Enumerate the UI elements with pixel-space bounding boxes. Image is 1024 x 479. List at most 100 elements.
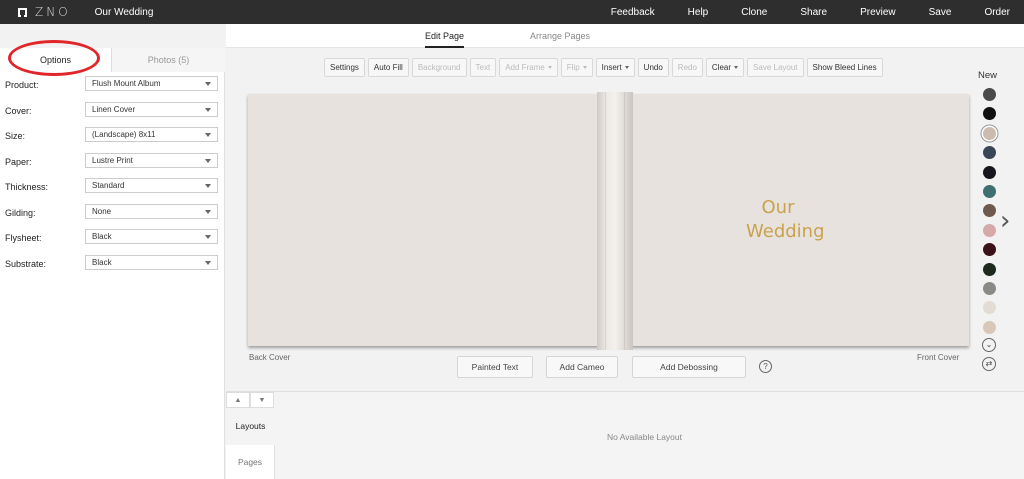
option-label: Thickness:	[5, 182, 49, 192]
top-navigation: Feedback Help Clone Share Preview Save O…	[578, 0, 1010, 24]
option-thickness: Thickness: Standard	[0, 174, 224, 200]
insert-button[interactable]: Insert	[595, 58, 635, 77]
flysheet-select[interactable]: Black	[85, 229, 218, 244]
color-swatch[interactable]	[983, 282, 996, 295]
caret-down-icon	[205, 184, 211, 188]
color-swatch[interactable]	[983, 126, 996, 140]
option-cover: Cover: Linen Cover	[0, 98, 224, 124]
option-flysheet: Flysheet: Black	[0, 225, 224, 251]
option-label: Product:	[5, 80, 39, 90]
share-link[interactable]: Share	[800, 7, 827, 18]
caret-down-icon	[205, 107, 211, 112]
thickness-select[interactable]: Standard	[85, 178, 218, 193]
preview-link[interactable]: Preview	[860, 7, 896, 18]
option-label: Flysheet:	[5, 233, 42, 243]
color-swatch[interactable]	[983, 243, 996, 257]
option-product: Product: Flush Mount Album	[0, 72, 224, 98]
back-cover[interactable]	[248, 94, 599, 346]
clear-button[interactable]: Clear	[705, 58, 745, 77]
undo-button[interactable]: Undo	[637, 58, 669, 77]
order-link[interactable]: Order	[984, 7, 1010, 18]
save-link[interactable]: Save	[929, 7, 952, 18]
caret-down-icon	[205, 133, 211, 137]
save-layout-button[interactable]: Save Layout	[747, 58, 804, 77]
zno-logo[interactable]: ZNO	[18, 5, 71, 19]
color-swatch[interactable]	[983, 107, 996, 121]
color-swatch[interactable]	[983, 88, 996, 101]
flip-button[interactable]: Flip	[560, 58, 593, 77]
option-gilding: Gilding: None	[0, 200, 224, 226]
caret-down-icon	[547, 66, 552, 69]
sidebar-tabs: Options Photos (5)	[0, 40, 225, 76]
color-swatch[interactable]	[983, 320, 996, 334]
tab-layouts[interactable]: Layouts	[226, 409, 275, 444]
color-swatch[interactable]	[983, 146, 996, 160]
option-label: Size:	[5, 131, 26, 141]
option-paper: Paper: Lustre Print	[0, 149, 224, 175]
bottom-panel: ▲ ▼ Layouts Pages No Available Layout	[226, 391, 1024, 479]
album-cover-canvas[interactable]: Our Wedding	[248, 92, 969, 350]
settings-button[interactable]: Settings	[324, 58, 365, 77]
logo-text: ZNO	[35, 5, 71, 19]
color-swatch[interactable]	[983, 204, 996, 218]
show-bleed-lines-button[interactable]: Show Bleed Lines	[806, 58, 883, 77]
swap-icon[interactable]: ⇄	[982, 357, 996, 371]
add-frame-button[interactable]: Add Frame	[499, 58, 558, 77]
front-cover-label: Front Cover	[917, 353, 960, 362]
gilding-select[interactable]: None	[85, 203, 218, 219]
caret-down-icon	[205, 158, 211, 163]
project-title: Our Wedding	[94, 6, 154, 18]
panel-toggle: ▲ ▼	[226, 392, 274, 408]
substrate-select[interactable]: Black	[85, 254, 218, 270]
logo-icon	[18, 7, 27, 17]
top-bar: ZNO Our Wedding Feedback Help Clone Shar…	[0, 0, 1024, 24]
chevron-down-circle-icon[interactable]: ⌄	[982, 338, 996, 352]
chevron-right-icon[interactable]: ›	[1000, 206, 1010, 236]
redo-button[interactable]: Redo	[671, 58, 703, 77]
album-spine[interactable]	[597, 92, 633, 350]
edit-toolbar: Settings Auto Fill Background Text Add F…	[324, 58, 886, 79]
cover-select[interactable]: Linen Cover	[85, 101, 218, 117]
option-label: Paper:	[5, 156, 32, 167]
caret-down-icon	[205, 82, 211, 86]
auto-fill-button[interactable]: Auto Fill	[367, 58, 409, 77]
back-cover-label: Back Cover	[249, 353, 291, 362]
painted-text-button[interactable]: Painted Text	[457, 356, 533, 378]
clone-link[interactable]: Clone	[741, 7, 767, 18]
caret-down-icon	[582, 66, 587, 69]
color-swatch[interactable]	[983, 165, 996, 179]
caret-down-icon	[734, 66, 739, 69]
caret-down-icon	[205, 235, 211, 239]
color-swatch[interactable]	[983, 262, 996, 276]
tab-photos[interactable]: Photos (5)	[112, 48, 225, 72]
help-icon[interactable]: ?	[759, 360, 772, 373]
option-size: Size: (Landscape) 8x11	[0, 123, 224, 149]
option-label: Cover:	[5, 105, 32, 116]
tab-pages[interactable]: Pages	[226, 445, 275, 479]
mode-tabs: Edit Page Arrange Pages	[226, 24, 1024, 48]
background-button[interactable]: Background	[411, 58, 467, 77]
caret-down-icon	[205, 260, 211, 265]
add-debossing-button[interactable]: Add Debossing	[632, 356, 746, 378]
size-select[interactable]: (Landscape) 8x11	[85, 127, 218, 142]
panel-down-icon[interactable]: ▼	[250, 392, 274, 408]
tab-arrange-pages[interactable]: Arrange Pages	[530, 24, 590, 48]
option-label: Substrate:	[5, 258, 47, 269]
panel-up-icon[interactable]: ▲	[226, 392, 250, 408]
swatch-title: New	[978, 70, 998, 81]
tab-options[interactable]: Options	[0, 48, 112, 72]
color-swatch[interactable]	[983, 301, 996, 315]
option-label: Gilding:	[5, 207, 36, 218]
feedback-link[interactable]: Feedback	[611, 7, 655, 18]
paper-select[interactable]: Lustre Print	[85, 152, 218, 168]
options-sidebar: Options Photos (5) Product: Flush Mount …	[0, 40, 225, 479]
color-swatch[interactable]	[983, 185, 996, 198]
add-cameo-button[interactable]: Add Cameo	[546, 356, 618, 378]
tab-edit-page[interactable]: Edit Page	[425, 24, 465, 48]
color-swatch[interactable]	[983, 223, 996, 237]
caret-down-icon	[624, 66, 629, 69]
cover-title-text[interactable]: Our Wedding	[746, 196, 825, 244]
text-button[interactable]: Text	[469, 58, 497, 77]
product-select[interactable]: Flush Mount Album	[85, 76, 218, 91]
help-link[interactable]: Help	[688, 7, 709, 18]
